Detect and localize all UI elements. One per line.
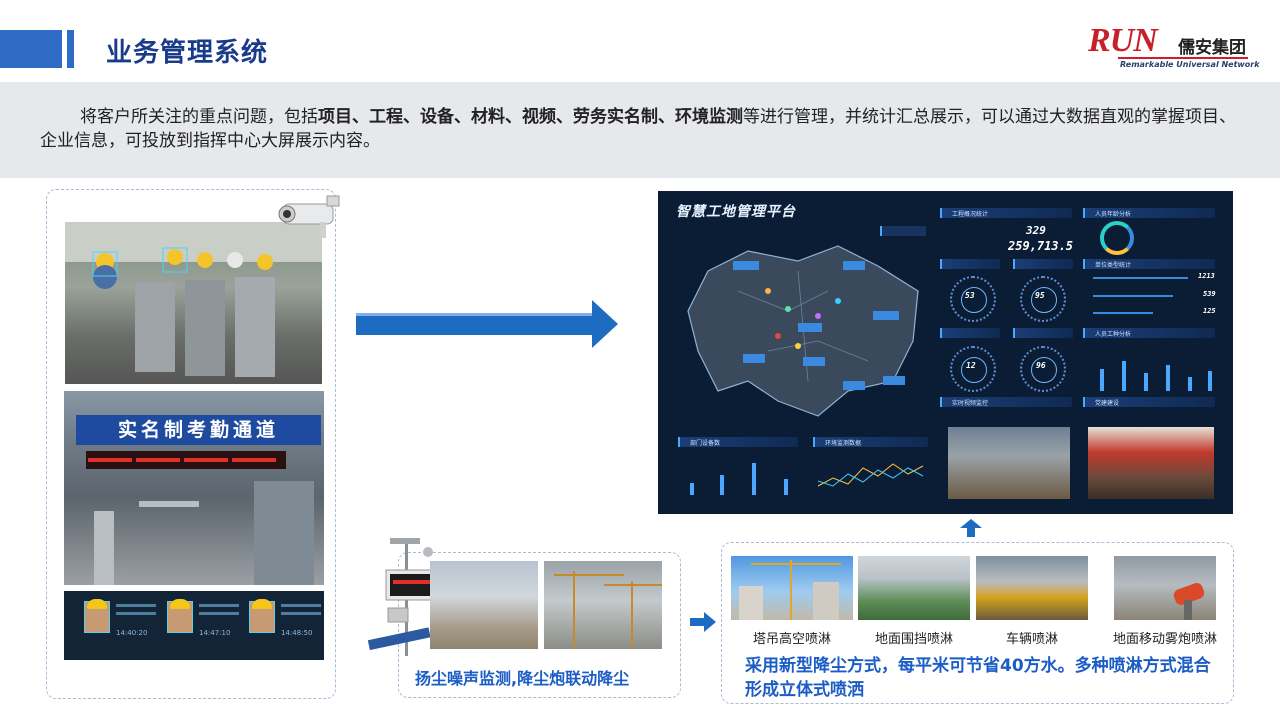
up-arrow-icon bbox=[960, 519, 982, 537]
site-video-thumbnail bbox=[948, 427, 1070, 499]
panel-device: 部门设备数 bbox=[678, 437, 798, 447]
header-accent-bar-small bbox=[67, 30, 74, 68]
panel-project-stats: 工程概况统计 bbox=[940, 208, 1072, 218]
legend-box bbox=[880, 226, 926, 236]
guard-booth bbox=[254, 481, 314, 585]
panel-labor-a bbox=[940, 259, 1000, 269]
header-accent-bar bbox=[0, 30, 62, 68]
gate-led-display bbox=[86, 451, 286, 469]
spray-label: 地面围挡喷淋 bbox=[874, 632, 953, 647]
area-total: 259,713.5 bbox=[1008, 239, 1074, 253]
face-thumbnail bbox=[249, 599, 275, 633]
logo-english-name: Remarkable Universal Network bbox=[1120, 60, 1260, 69]
spray-label: 地面移动雾炮喷淋 bbox=[1112, 632, 1217, 647]
dashboard-screenshot: 智慧工地管理平台 工程概况统计 329 259,713.5 人员年龄分析 53 … bbox=[658, 191, 1233, 514]
camera-icon bbox=[278, 195, 340, 238]
unit-value: 539 bbox=[1203, 290, 1216, 298]
gauge: 12 bbox=[950, 346, 996, 392]
turnstile bbox=[94, 511, 114, 585]
panel-unit: 单位类型统计 bbox=[1083, 259, 1215, 269]
face-recognition-strip: 14:40:20 14:47:10 14:48:50 bbox=[64, 591, 324, 660]
mobile-fog-cannon-photo bbox=[1114, 556, 1216, 620]
env-line-chart bbox=[818, 463, 924, 487]
face-thumbnail bbox=[84, 599, 110, 633]
logo-mark: RUN bbox=[1088, 22, 1158, 59]
turnstile-photo bbox=[65, 222, 322, 384]
face-time: 14:40:20 bbox=[116, 629, 148, 637]
panel-env: 环境监测数据 bbox=[813, 437, 928, 447]
company-logo: RUN 儒安集团 Remarkable Universal Network bbox=[1088, 22, 1260, 74]
gate-arm bbox=[139, 501, 199, 507]
panel-age: 人员年龄分析 bbox=[1083, 208, 1215, 218]
gauge: 96 bbox=[1020, 346, 1066, 392]
logo-divider bbox=[1118, 57, 1248, 59]
panel-video: 实时视频监控 bbox=[940, 397, 1072, 407]
fence-spray-photo bbox=[858, 556, 970, 620]
panel-party: 党建建设 bbox=[1083, 397, 1215, 407]
panel-labor-d bbox=[1013, 328, 1073, 338]
panel-worker: 人员工种分析 bbox=[1083, 328, 1215, 338]
gate-photo: 实名制考勤通道 bbox=[64, 391, 324, 585]
flow-arrow-icon bbox=[356, 300, 618, 348]
age-donut bbox=[1100, 221, 1134, 255]
device-bars bbox=[688, 459, 798, 495]
dust-caption: 扬尘噪声监测,降尘炮联动降尘 bbox=[415, 669, 630, 688]
gauge: 95 bbox=[1020, 276, 1066, 322]
gauge: 53 bbox=[950, 276, 996, 322]
tower-crane-spray-photo bbox=[731, 556, 853, 620]
spray-caption: 采用新型降尘方式，每平米可节省40方水。多种喷淋方式混合形成立体式喷洒 bbox=[745, 656, 1211, 700]
worker-bars bbox=[1096, 351, 1216, 391]
intro-paragraph: 将客户所关注的重点问题，包括项目、工程、设备、材料、视频、劳务实名制、环境监测等… bbox=[40, 107, 1236, 151]
right-arrow-icon bbox=[690, 612, 716, 632]
logo-chinese-name: 儒安集团 bbox=[1178, 38, 1246, 58]
dust-site-photo bbox=[430, 561, 538, 649]
dashboard-title: 智慧工地管理平台 bbox=[676, 204, 796, 220]
project-count: 329 bbox=[1026, 224, 1046, 237]
face-time: 14:48:50 bbox=[281, 629, 313, 637]
vehicle-spray-photo bbox=[976, 556, 1088, 620]
face-thumbnail bbox=[167, 599, 193, 633]
spray-label: 塔吊高空喷淋 bbox=[752, 632, 831, 647]
page-title: 业务管理系统 bbox=[106, 38, 269, 68]
panel-labor-c bbox=[940, 328, 1000, 338]
unit-value: 125 bbox=[1203, 307, 1216, 315]
spray-label: 车辆喷淋 bbox=[1005, 632, 1058, 647]
face-time: 14:47:10 bbox=[199, 629, 231, 637]
gate-sign: 实名制考勤通道 bbox=[76, 415, 321, 445]
intro-highlights: 项目、工程、设备、材料、视频、劳务实名制、环境监测 bbox=[318, 107, 743, 127]
party-meeting-thumbnail bbox=[1088, 427, 1214, 499]
panel-labor-b bbox=[1013, 259, 1073, 269]
unit-value: 1213 bbox=[1198, 272, 1215, 280]
fog-cannon-photo bbox=[544, 561, 662, 649]
region-map bbox=[687, 245, 919, 417]
